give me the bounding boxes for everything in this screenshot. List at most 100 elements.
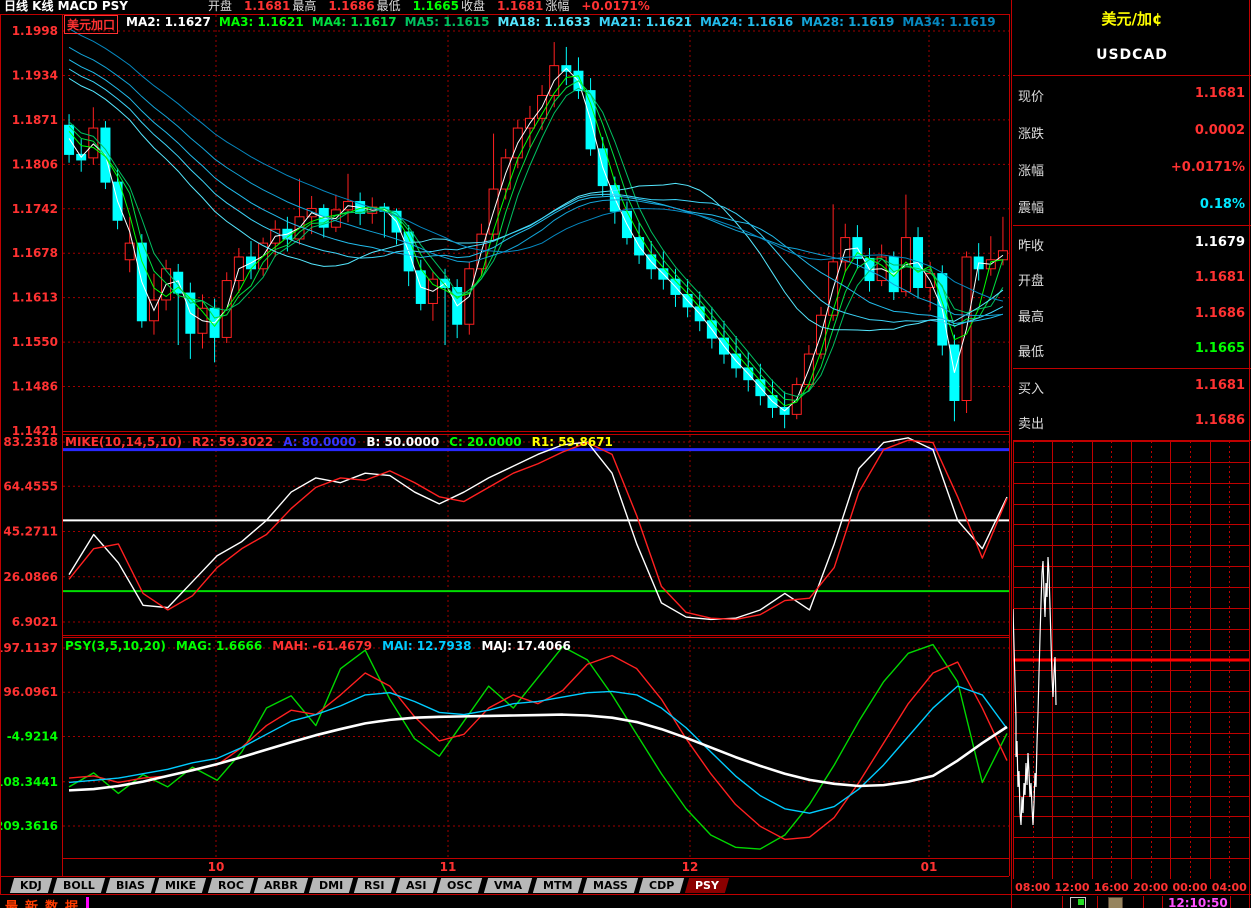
svg-text:197.1137: 197.1137 [0, 641, 58, 655]
status-text: 最新数据 [5, 896, 85, 908]
ma-readout: MA24: 1.1616 [700, 15, 793, 34]
svg-text:64.4555: 64.4555 [3, 479, 58, 493]
tab-mass[interactable]: MASS [583, 878, 638, 893]
quote-row-value: 1.1681 [1195, 270, 1245, 289]
tab-psy[interactable]: PSY [685, 878, 729, 893]
mike-readout: R1: 59.8671 [532, 435, 613, 449]
ma-readout: MA4: 1.1617 [312, 15, 397, 34]
tab-osc[interactable]: OSC [437, 878, 483, 893]
tab-asi[interactable]: ASI [396, 878, 437, 893]
ma-readout: MA2: 1.1627 [126, 15, 211, 34]
quote-row-涨跌: 涨跌0.0002 [1018, 123, 1245, 142]
psy-readout: MAG: 1.6666 [176, 639, 262, 653]
psy-indicator-header: PSY(3,5,10,20) MAG: 1.6666 MAH: -61.4679 MA… [65, 639, 571, 653]
mike-readout: MIKE(10,14,5,10) [65, 435, 182, 449]
intraday-time-axis: 08:0012:0016:0020:0000:0004:00 [1013, 881, 1249, 894]
instrument-name-cn: 美元/加¢ [1013, 8, 1251, 29]
frame-line-right [1249, 0, 1250, 908]
tab-arbr[interactable]: ARBR [254, 878, 308, 893]
tab-boll[interactable]: BOLL [53, 878, 105, 893]
quote-row-value: 1.1681 [1195, 86, 1245, 105]
quote-row-震幅: 震幅0.18% [1018, 197, 1245, 216]
indicator-tab-bar: KDJBOLLBIASMIKEROCARBRDMIRSIASIOSCVMAMTM… [0, 877, 1023, 894]
quote-row-label: 震幅 [1018, 197, 1044, 216]
panel-divider [1013, 368, 1251, 369]
tab-roc[interactable]: ROC [207, 878, 253, 893]
chart-mode-title: 日线 K线 MACD PSY [4, 0, 128, 13]
tab-cdp[interactable]: CDP [639, 878, 685, 893]
ma-readout: MA28: 1.1619 [801, 15, 894, 34]
quote-row-label: 最高 [1018, 306, 1044, 325]
ma-readout: MA3: 1.1621 [219, 15, 304, 34]
instrument-label: 美元加口 [64, 15, 118, 34]
ma-readout: MA5: 1.1615 [405, 15, 490, 34]
time-label: 12:00 [1054, 881, 1089, 894]
ma-readout: MA21: 1.1621 [599, 15, 692, 34]
quote-row-label: 现价 [1018, 86, 1044, 105]
quote-field-label: 最低 [377, 0, 401, 13]
intraday-tick-chart[interactable] [1013, 441, 1249, 879]
svg-text:-209.3616: -209.3616 [0, 819, 58, 833]
quote-field-label: 涨幅 [545, 0, 569, 13]
mike-readout: C: 20.0000 [449, 435, 521, 449]
svg-text:1.1678: 1.1678 [12, 246, 58, 260]
time-label: 08:00 [1015, 881, 1050, 894]
psy-readout: MAH: -61.4679 [272, 639, 372, 653]
quote-panel: 美元/加¢ USDCAD 08:0012:0016:0020:0000:0004… [1013, 0, 1251, 908]
svg-text:1.1871: 1.1871 [12, 113, 58, 127]
svg-text:1.1934: 1.1934 [12, 68, 58, 82]
quote-field-value: 1.1665 [413, 0, 459, 13]
quote-row-value: 1.1665 [1195, 341, 1245, 360]
svg-text:26.0866: 26.0866 [3, 570, 58, 584]
svg-text:11: 11 [440, 860, 457, 874]
psy-readout: MAJ: 17.4066 [481, 639, 570, 653]
quote-row-买入: 买入1.1681 [1018, 378, 1245, 397]
svg-text:1.1613: 1.1613 [12, 291, 58, 305]
tab-vma[interactable]: VMA [484, 878, 532, 893]
quote-row-涨幅: 涨幅 +0.0171% [1018, 160, 1245, 179]
ma-readout: MA34: 1.1619 [902, 15, 995, 34]
frame-line-left [0, 14, 1, 894]
tab-rsi[interactable]: RSI [354, 878, 395, 893]
svg-text:10: 10 [208, 860, 225, 874]
svg-text:6.9021: 6.9021 [12, 615, 58, 629]
quote-row-label: 涨幅 [1018, 160, 1044, 179]
quote-row-label: 昨收 [1018, 235, 1044, 254]
svg-text:1.1486: 1.1486 [12, 380, 58, 394]
svg-text:1.1550: 1.1550 [12, 335, 58, 349]
svg-text:45.2711: 45.2711 [3, 525, 58, 539]
ma-readout: MA18: 1.1633 [498, 15, 591, 34]
quote-field-label: 开盘 [208, 0, 232, 13]
svg-text:-4.9214: -4.9214 [7, 729, 58, 743]
tab-mtm[interactable]: MTM [533, 878, 583, 893]
svg-text:01: 01 [921, 860, 938, 874]
quote-field-value: 1.1681 [497, 0, 543, 13]
quote-row-value: +0.0171% [1171, 160, 1245, 179]
quote-field-label: 收盘 [461, 0, 485, 13]
svg-text:96.0961: 96.0961 [3, 685, 58, 699]
svg-text:83.2318: 83.2318 [3, 435, 58, 449]
tab-kdj[interactable]: KDJ [10, 878, 52, 893]
time-label: 04:00 [1212, 881, 1247, 894]
psy-readout: PSY(3,5,10,20) [65, 639, 166, 653]
quote-row-value: 1.1679 [1195, 235, 1245, 254]
tab-bias[interactable]: BIAS [105, 878, 154, 893]
trading-terminal: 日线 K线 MACD PSY 开盘1.1681最高1.1686最低1.1665收… [0, 0, 1251, 908]
frame-line-mid [1011, 0, 1012, 908]
svg-text:-108.3441: -108.3441 [0, 775, 58, 789]
ma-readout-row: 美元加口 MA2: 1.1627 MA3: 1.1621 MA4: 1.1617 MA… [64, 15, 996, 34]
chart-header-bar: 日线 K线 MACD PSY 开盘1.1681最高1.1686最低1.1665收… [0, 0, 1011, 14]
quote-summary: 开盘1.1681最高1.1686最低1.1665收盘1.1681涨幅+0.017… [208, 0, 652, 13]
quote-row-value: 0.0002 [1195, 123, 1245, 142]
mike-readout: R2: 59.3022 [192, 435, 273, 449]
tab-mike[interactable]: MIKE [155, 878, 206, 893]
mike-indicator-header: MIKE(10,14,5,10)R2: 59.3022A: 80.0000B: … [65, 435, 613, 449]
quote-field-label: 最高 [292, 0, 316, 13]
quote-field-value: 1.1686 [328, 0, 374, 13]
text-cursor [86, 897, 89, 908]
tab-dmi[interactable]: DMI [309, 878, 353, 893]
psy-readout: MAI: 12.7938 [382, 639, 471, 653]
quote-row-value: 1.1681 [1195, 378, 1245, 397]
quote-field-value: 1.1681 [244, 0, 290, 13]
quote-row-value: 1.1686 [1195, 413, 1245, 432]
